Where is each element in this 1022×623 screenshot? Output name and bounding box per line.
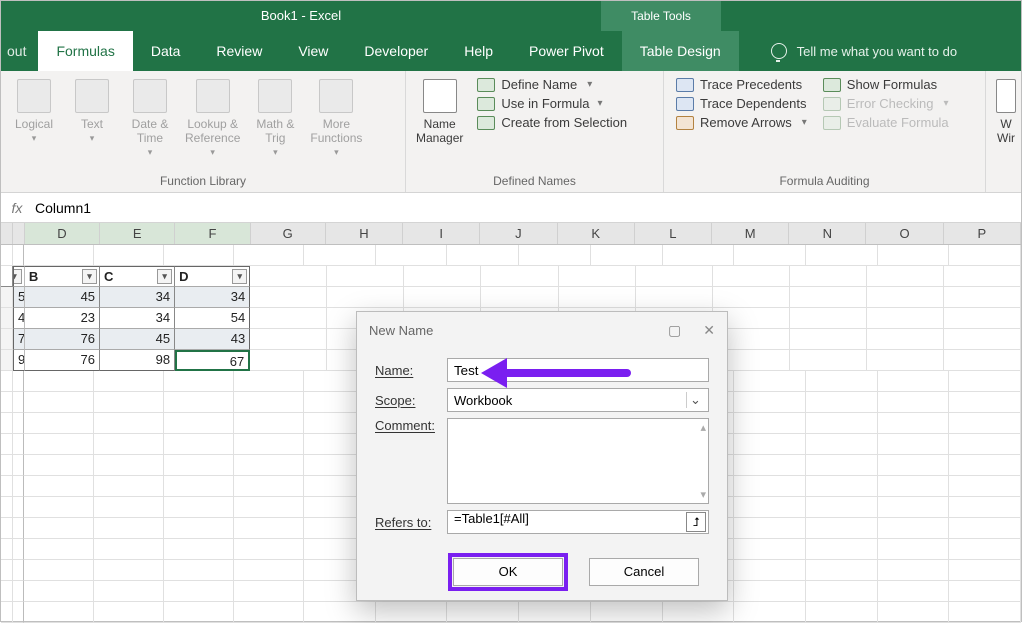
tab-review[interactable]: Review — [198, 31, 280, 71]
tell-me[interactable]: Tell me what you want to do — [759, 31, 969, 71]
table-header[interactable]: C▾ — [100, 266, 175, 287]
table-cell[interactable]: 90 — [13, 350, 25, 371]
column-header[interactable]: O — [866, 223, 943, 244]
refers-to-label: Refers to: — [375, 515, 447, 530]
close-icon[interactable]: ✕ — [703, 322, 715, 339]
table-cell[interactable]: 45 — [100, 329, 175, 350]
table-cell[interactable]: 98 — [100, 350, 175, 371]
tab-help[interactable]: Help — [446, 31, 511, 71]
table-cell[interactable]: 34 — [100, 287, 175, 308]
error-checking-button[interactable]: Error Checking▾ — [823, 96, 949, 111]
column-header[interactable]: G — [251, 223, 326, 244]
formula-input[interactable] — [29, 196, 1017, 220]
name-manager-button[interactable]: NameManager — [414, 75, 465, 149]
scope-label: Scope: — [375, 393, 447, 408]
define-name-button[interactable]: Define Name▾ — [477, 77, 627, 92]
table-header[interactable]: B▾ — [25, 266, 100, 287]
contextual-tools-label: Table Tools — [601, 1, 721, 31]
column-header[interactable]: M — [712, 223, 789, 244]
collapse-dialog-icon[interactable]: ⮥ — [686, 512, 706, 532]
table-cell[interactable]: 45 — [25, 287, 100, 308]
tab-developer[interactable]: Developer — [346, 31, 446, 71]
column-header[interactable]: N — [789, 223, 866, 244]
trace-precedents-button[interactable]: Trace Precedents — [676, 77, 807, 92]
name-label: Name: — [375, 363, 447, 378]
watch-window-button[interactable]: WWir — [994, 75, 1018, 149]
date-time-button[interactable]: Date &Time — [125, 75, 175, 162]
filter-dropdown-icon[interactable]: ▾ — [13, 269, 22, 284]
table-cell[interactable]: 34 — [100, 308, 175, 329]
function-library-label: Function Library — [9, 172, 397, 190]
table-cell[interactable]: 45 — [13, 308, 25, 329]
table-cell[interactable]: 67 — [175, 350, 250, 371]
chevron-down-icon: ⌄ — [686, 392, 704, 408]
tab-table-design[interactable]: Table Design — [622, 31, 739, 71]
column-header[interactable]: D — [25, 223, 100, 244]
column-header[interactable]: E — [100, 223, 175, 244]
refers-to-input[interactable]: =Table1[#All] ⮥ — [447, 510, 709, 534]
scope-value: Workbook — [454, 393, 512, 408]
tab-data[interactable]: Data — [133, 31, 199, 71]
fx-icon[interactable]: fx — [5, 200, 29, 216]
table-cell[interactable]: 76 — [13, 329, 25, 350]
tell-me-placeholder: Tell me what you want to do — [797, 44, 957, 59]
math-trig-button[interactable]: Math &Trig — [250, 75, 300, 162]
titlebar: Book1 - Excel Table Tools — [1, 1, 1021, 31]
table-cell[interactable]: 43 — [175, 329, 250, 350]
table-cell[interactable]: 55 — [13, 287, 25, 308]
table-cell[interactable]: 54 — [175, 308, 250, 329]
formula-bar: fx — [1, 193, 1021, 223]
comment-textarea[interactable]: ▴ ▾ — [447, 418, 709, 504]
evaluate-formula-button[interactable]: Evaluate Formula — [823, 115, 949, 130]
new-name-dialog: New Name ▢ ✕ Name: Scope: Workbook ⌄ Com… — [356, 311, 728, 601]
column-header[interactable]: F — [175, 223, 250, 244]
column-header[interactable]: I — [403, 223, 480, 244]
maximize-icon[interactable]: ▢ — [668, 322, 681, 339]
name-input[interactable] — [447, 358, 709, 382]
dialog-title: New Name — [369, 323, 433, 338]
create-from-selection-button[interactable]: Create from Selection — [477, 115, 627, 130]
filter-dropdown-icon[interactable]: ▾ — [82, 269, 97, 284]
comment-label: Comment: — [375, 418, 447, 433]
ribbon-tabs: out Formulas Data Review View Developer … — [1, 31, 1021, 71]
use-in-formula-button[interactable]: Use in Formula▾ — [477, 96, 627, 111]
defined-names-label: Defined Names — [414, 172, 655, 190]
column-header[interactable]: K — [558, 223, 635, 244]
ribbon: Logical Text Date &Time Lookup &Referenc… — [1, 71, 1021, 193]
logical-button[interactable]: Logical — [9, 75, 59, 148]
trace-dependents-button[interactable]: Trace Dependents — [676, 96, 807, 111]
scroll-down-icon[interactable]: ▾ — [700, 488, 706, 501]
table-cell[interactable]: 76 — [25, 350, 100, 371]
ok-button[interactable]: OK — [453, 558, 563, 586]
text-button[interactable]: Text — [67, 75, 117, 148]
table-cell[interactable]: 23 — [25, 308, 100, 329]
column-header[interactable]: J — [480, 223, 557, 244]
scroll-up-icon[interactable]: ▴ — [700, 421, 706, 434]
window-title: Book1 - Excel — [1, 1, 601, 31]
column-header[interactable]: P — [944, 223, 1021, 244]
more-functions-button[interactable]: MoreFunctions — [308, 75, 364, 162]
lookup-reference-button[interactable]: Lookup &Reference — [183, 75, 242, 162]
table-header[interactable]: D▾ — [175, 266, 250, 287]
show-formulas-button[interactable]: Show Formulas — [823, 77, 949, 92]
column-header[interactable]: H — [326, 223, 403, 244]
scope-select[interactable]: Workbook ⌄ — [447, 388, 709, 412]
table-cell[interactable]: 34 — [175, 287, 250, 308]
cancel-button[interactable]: Cancel — [589, 558, 699, 586]
table-cell[interactable]: 76 — [25, 329, 100, 350]
tab-power-pivot[interactable]: Power Pivot — [511, 31, 622, 71]
lightbulb-icon — [771, 43, 787, 59]
filter-dropdown-icon[interactable]: ▾ — [232, 269, 247, 284]
tab-view[interactable]: View — [280, 31, 346, 71]
column-header[interactable]: L — [635, 223, 712, 244]
formula-auditing-label: Formula Auditing — [672, 172, 977, 190]
tab-formulas[interactable]: Formulas — [38, 31, 132, 71]
tab-out[interactable]: out — [1, 31, 38, 71]
remove-arrows-button[interactable]: Remove Arrows▾ — [676, 115, 807, 130]
filter-dropdown-icon[interactable]: ▾ — [157, 269, 172, 284]
